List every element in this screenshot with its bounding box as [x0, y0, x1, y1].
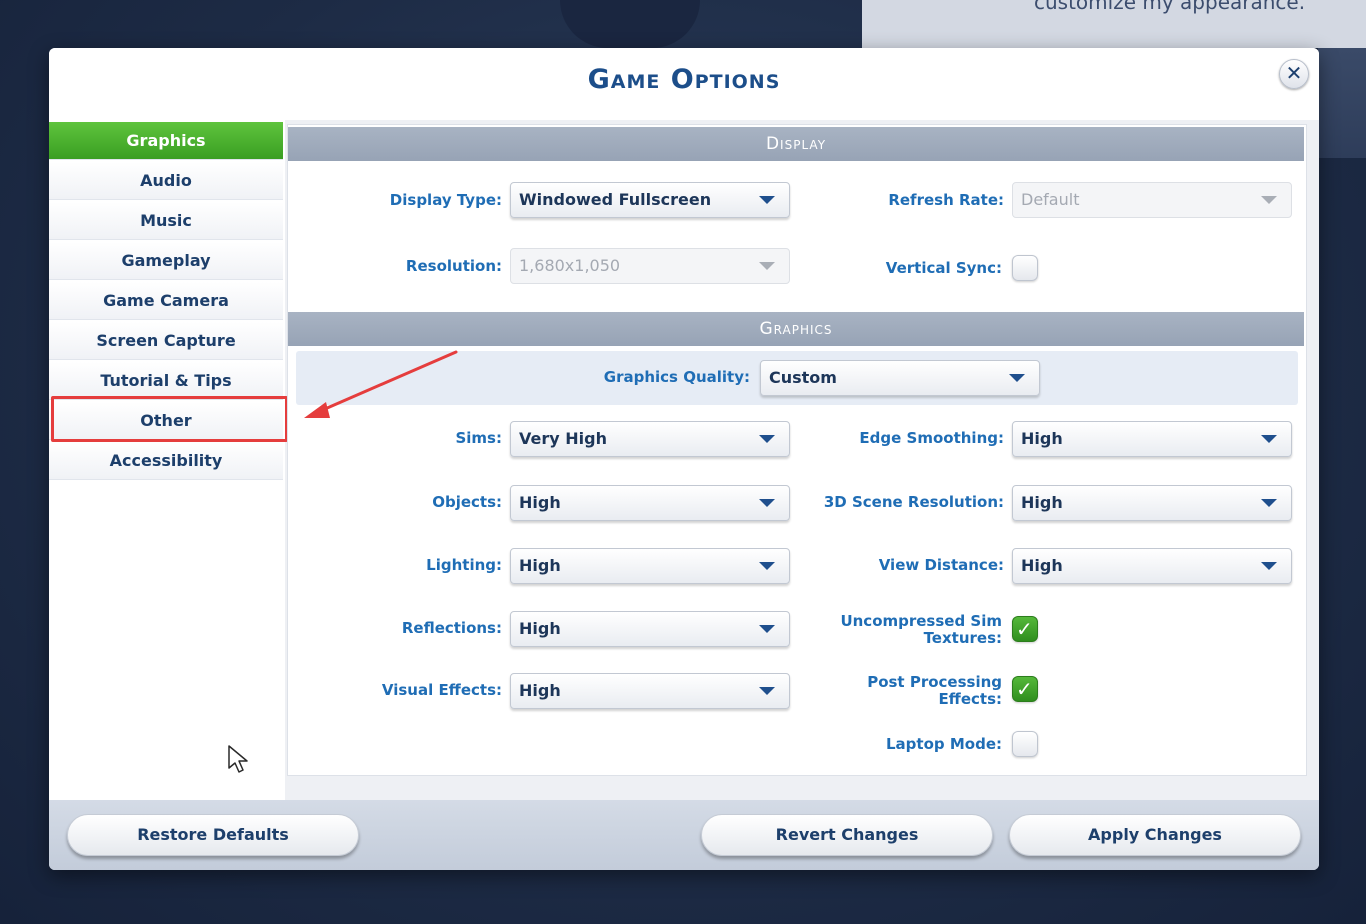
display-type-label: Display Type: [389, 191, 502, 209]
laptop-mode-label: Laptop Mode: [886, 735, 1002, 753]
checkmark-icon: ✓ [1016, 617, 1033, 641]
refresh-rate-value: Default [1021, 190, 1080, 209]
scene-resolution-value: High [1021, 493, 1063, 512]
chevron-down-icon [1261, 562, 1277, 570]
sidebar-item-graphics[interactable]: Graphics [49, 122, 283, 160]
close-icon: ✕ [1285, 61, 1303, 85]
resolution-dropdown[interactable]: 1,680x1,050 [510, 248, 790, 284]
objects-dropdown[interactable]: High [510, 485, 790, 521]
chevron-down-icon [1261, 499, 1277, 507]
resolution-value: 1,680x1,050 [519, 256, 621, 275]
post-processing-checkbox[interactable]: ✓ [1012, 676, 1038, 702]
dialog-footer: Restore Defaults Revert Changes Apply Ch… [49, 800, 1319, 870]
sims-label: Sims: [455, 429, 502, 447]
sidebar-item-gameplay[interactable]: Gameplay [49, 242, 283, 280]
sidebar-item-accessibility[interactable]: Accessibility [49, 442, 283, 480]
lighting-label: Lighting: [426, 556, 502, 574]
post-processing-label-line1: Post Processing [867, 673, 1002, 691]
display-type-value: Windowed Fullscreen [519, 190, 712, 209]
display-section-header: Display [288, 127, 1304, 161]
chevron-down-icon [759, 687, 775, 695]
post-processing-label-line2: Effects: [938, 690, 1002, 708]
vsync-label: Vertical Sync: [885, 259, 1002, 277]
graphics-section-header: Graphics [288, 312, 1304, 346]
background-figure [560, 0, 700, 48]
scene-resolution-label: 3D Scene Resolution: [823, 493, 1004, 511]
chevron-down-icon [759, 262, 775, 270]
post-processing-label: Post Processing Effects: [808, 674, 1002, 708]
visual-effects-label: Visual Effects: [381, 681, 502, 699]
sims-value: Very High [519, 429, 607, 448]
view-distance-value: High [1021, 556, 1063, 575]
edge-smoothing-dropdown[interactable]: High [1012, 421, 1292, 457]
settings-panel: Display Display Type: Windowed Fullscree… [287, 124, 1307, 776]
sidebar: Graphics Audio Music Gameplay Game Camer… [49, 120, 285, 800]
laptop-mode-checkbox[interactable] [1012, 731, 1038, 757]
objects-label: Objects: [432, 493, 502, 511]
lighting-value: High [519, 556, 561, 575]
graphics-quality-label: Graphics Quality: [603, 368, 750, 386]
visual-effects-value: High [519, 681, 561, 700]
sidebar-item-audio[interactable]: Audio [49, 162, 283, 200]
graphics-quality-dropdown[interactable]: Custom [760, 360, 1040, 396]
uncompressed-textures-label-line2: Textures: [923, 629, 1002, 647]
visual-effects-dropdown[interactable]: High [510, 673, 790, 709]
lighting-dropdown[interactable]: High [510, 548, 790, 584]
reflections-dropdown[interactable]: High [510, 611, 790, 647]
reflections-label: Reflections: [401, 619, 502, 637]
sidebar-item-game-camera[interactable]: Game Camera [49, 282, 283, 320]
chevron-down-icon [759, 499, 775, 507]
uncompressed-textures-checkbox[interactable]: ✓ [1012, 616, 1038, 642]
sims-dropdown[interactable]: Very High [510, 421, 790, 457]
apply-changes-button[interactable]: Apply Changes [1009, 814, 1301, 856]
chevron-down-icon [1261, 196, 1277, 204]
checkmark-icon: ✓ [1016, 677, 1033, 701]
restore-defaults-button[interactable]: Restore Defaults [67, 814, 359, 856]
edge-smoothing-label: Edge Smoothing: [859, 429, 1004, 447]
uncompressed-textures-label: Uncompressed Sim Textures: [808, 613, 1002, 647]
vsync-checkbox[interactable] [1012, 255, 1038, 281]
mouse-pointer-icon [228, 745, 248, 773]
close-button[interactable]: ✕ [1279, 59, 1309, 89]
sidebar-item-music[interactable]: Music [49, 202, 283, 240]
background-text: customize my appearance. [1034, 0, 1306, 14]
sidebar-item-screen-capture[interactable]: Screen Capture [49, 322, 283, 360]
chevron-down-icon [759, 562, 775, 570]
display-type-dropdown[interactable]: Windowed Fullscreen [510, 182, 790, 218]
chevron-down-icon [759, 435, 775, 443]
resolution-label: Resolution: [405, 257, 502, 275]
chevron-down-icon [1261, 435, 1277, 443]
chevron-down-icon [759, 196, 775, 204]
reflections-value: High [519, 619, 561, 638]
dialog-title: Game Options [587, 64, 781, 95]
objects-value: High [519, 493, 561, 512]
uncompressed-textures-label-line1: Uncompressed Sim [840, 612, 1002, 630]
view-distance-label: View Distance: [878, 556, 1004, 574]
title-bar: Game Options ✕ [49, 48, 1319, 120]
chevron-down-icon [1009, 374, 1025, 382]
view-distance-dropdown[interactable]: High [1012, 548, 1292, 584]
refresh-rate-dropdown[interactable]: Default [1012, 182, 1292, 218]
sidebar-item-tutorial-tips[interactable]: Tutorial & Tips [49, 362, 283, 400]
graphics-quality-value: Custom [769, 368, 837, 387]
refresh-rate-label: Refresh Rate: [888, 191, 1004, 209]
scene-resolution-dropdown[interactable]: High [1012, 485, 1292, 521]
revert-changes-button[interactable]: Revert Changes [701, 814, 993, 856]
annotation-highlight-box [51, 396, 288, 442]
background-panel-side [1318, 48, 1366, 158]
edge-smoothing-value: High [1021, 429, 1063, 448]
chevron-down-icon [759, 625, 775, 633]
